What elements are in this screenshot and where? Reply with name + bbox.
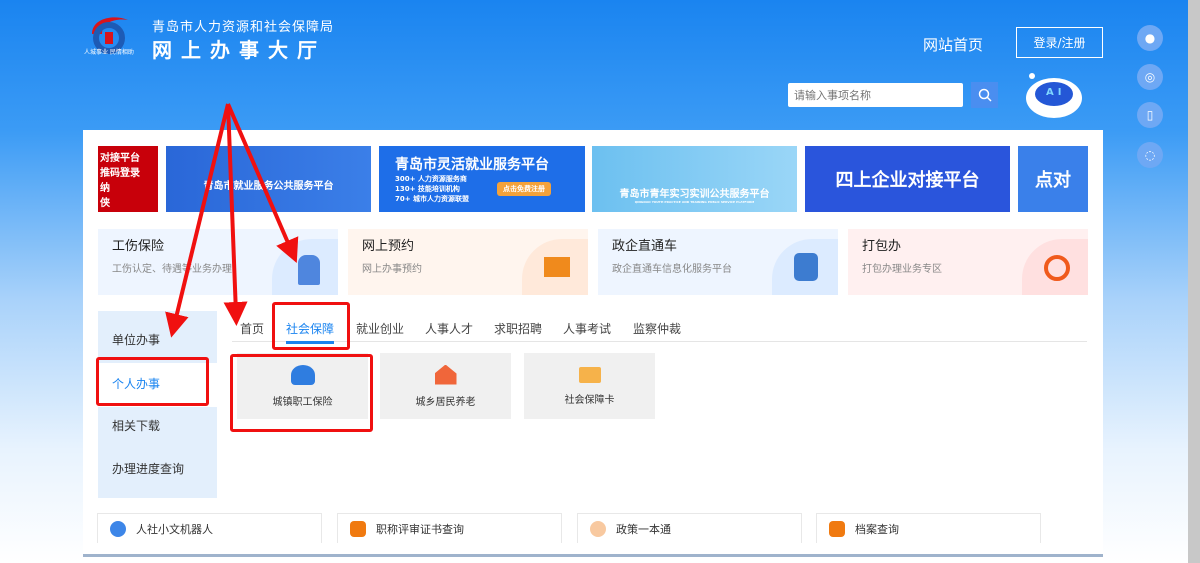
annotation-arrow bbox=[165, 103, 230, 338]
annotation-arrow bbox=[226, 103, 299, 264]
annotation-arrows bbox=[165, 103, 299, 338]
annotation-arrow bbox=[223, 103, 248, 326]
